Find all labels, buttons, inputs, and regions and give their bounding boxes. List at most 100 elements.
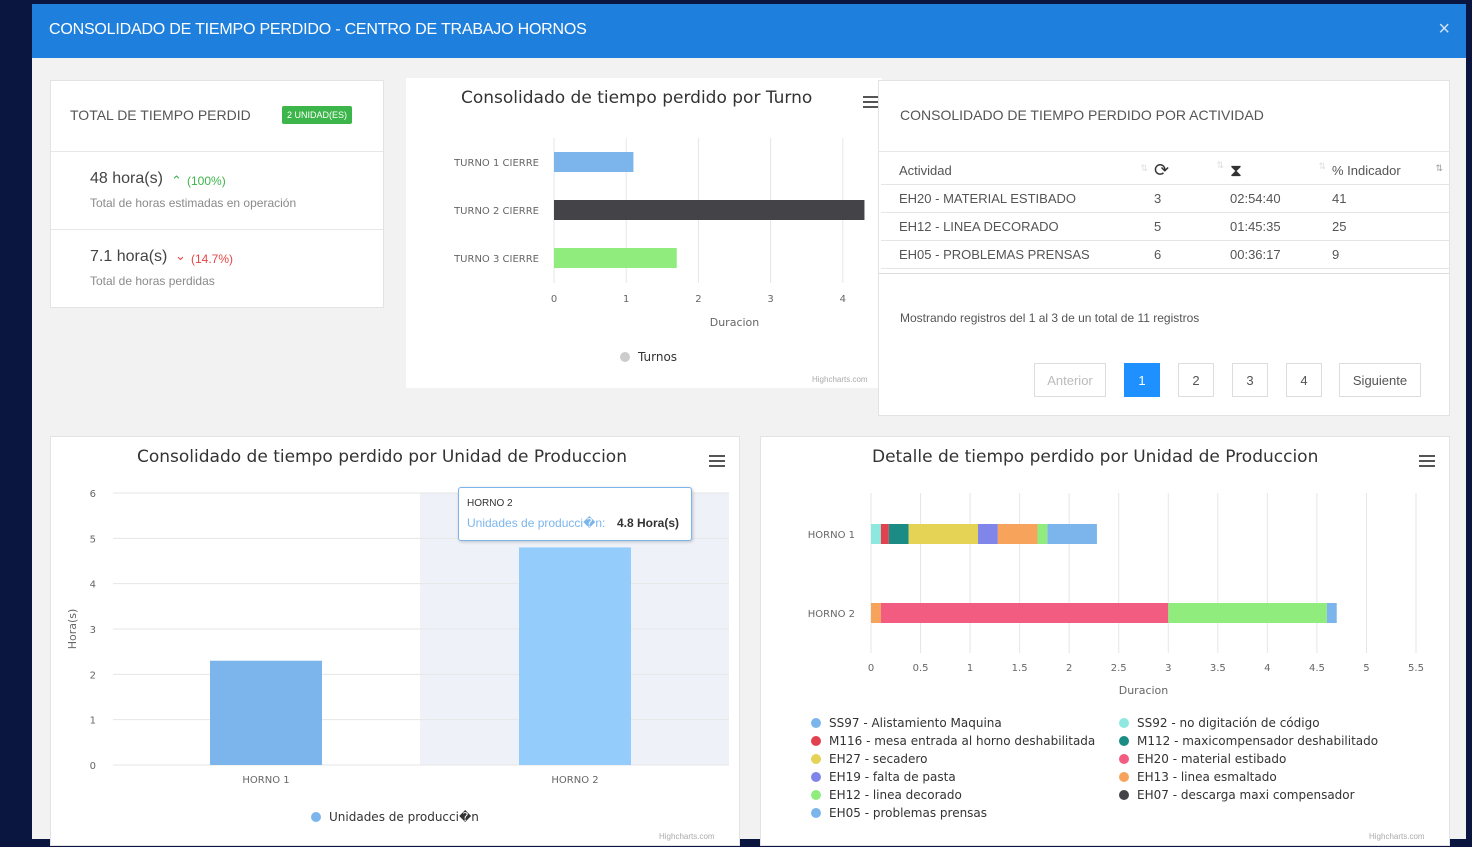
- x-tick-label: 5: [1363, 663, 1369, 674]
- cell-duration: 01:45:35: [1230, 212, 1332, 241]
- legend-item[interactable]: M116 - mesa entrada al horno deshabilita…: [811, 734, 1095, 748]
- pagination-page-3[interactable]: 3: [1232, 363, 1268, 397]
- stack-segment: [978, 524, 998, 544]
- legend-marker-icon: [811, 718, 821, 728]
- table-row[interactable]: EH12 - LINEA DECORADO 5 01:45:35 25: [881, 212, 1449, 241]
- col-actividad[interactable]: Actividad ⇅: [881, 157, 1154, 185]
- turno-chart: Consolidado de tiempo perdido por Turno …: [406, 78, 882, 388]
- y-category-label: HORNO 2: [808, 609, 855, 620]
- sort-icon: ⇅: [1435, 163, 1443, 173]
- legend-item[interactable]: EH20 - material estibado: [1119, 752, 1286, 766]
- column-bar: [519, 547, 631, 765]
- cell-actividad: EH12 - LINEA DECORADO: [881, 212, 1154, 241]
- col-count[interactable]: ⟳ ⇅: [1154, 157, 1230, 185]
- unidad-chart: Consolidado de tiempo perdido por Unidad…: [50, 436, 740, 846]
- modal-header: CONSOLIDADO DE TIEMPO PERDIDO - CENTRO D…: [32, 4, 1466, 58]
- legend-marker-icon: [620, 352, 630, 362]
- stack-segment: [871, 603, 881, 623]
- activity-table: Actividad ⇅ ⟳ ⇅ ⧗ ⇅ % Indicador ⇅ EH20 - MAT…: [881, 157, 1449, 269]
- stat-estimated-hours: 48 hora(s) ⌃ (100%) Total de horas estim…: [51, 151, 383, 230]
- cell-duration: 00:36:17: [1230, 240, 1332, 269]
- pagination-page-4[interactable]: 4: [1286, 363, 1322, 397]
- legend-item[interactable]: EH27 - secadero: [811, 752, 927, 766]
- legend-marker-icon: [1119, 790, 1129, 800]
- y-category-label: TURNO 1 CIERRE: [453, 158, 539, 169]
- summary-panel: TOTAL DE TIEMPO PERDID 2 UNIDAD(ES) 48 h…: [50, 80, 384, 308]
- trend-up-icon: ⌃: [171, 173, 182, 188]
- sort-icon: ⇅: [1140, 163, 1148, 173]
- stack-segment: [1047, 524, 1097, 544]
- x-tick-label: 2: [695, 294, 701, 305]
- x-tick-label: 2.5: [1111, 663, 1127, 674]
- stat-value: 7.1 hora(s): [90, 248, 168, 265]
- x-tick-label: 3.5: [1210, 663, 1226, 674]
- stat-lost-hours: 7.1 hora(s) ⌄ (14.7%) Total de horas per…: [51, 229, 383, 307]
- modal-dialog: CONSOLIDADO DE TIEMPO PERDIDO - CENTRO D…: [32, 4, 1466, 846]
- table-row[interactable]: EH20 - MATERIAL ESTIBADO 3 02:54:40 41: [881, 184, 1449, 213]
- pagination-page-2[interactable]: 2: [1178, 363, 1214, 397]
- x-axis-title: Duracion: [1119, 684, 1169, 697]
- pagination-next[interactable]: Siguiente: [1339, 363, 1421, 397]
- y-category-label: TURNO 2 CIERRE: [453, 206, 539, 217]
- cell-count: 6: [1154, 240, 1230, 269]
- legend-item-turnos[interactable]: Turnos: [620, 350, 677, 364]
- legend-item[interactable]: EH13 - linea esmaltado: [1119, 770, 1277, 784]
- stack-segment: [1168, 603, 1327, 623]
- col-duration[interactable]: ⧗ ⇅: [1230, 157, 1332, 185]
- bar: [554, 200, 865, 220]
- pagination-prev[interactable]: Anterior: [1034, 363, 1106, 397]
- cell-actividad: EH20 - MATERIAL ESTIBADO: [881, 184, 1154, 213]
- x-category-label: HORNO 1: [242, 775, 289, 786]
- pagination-page-1[interactable]: 1: [1124, 363, 1160, 397]
- tooltip-category: HORNO 2: [467, 498, 513, 509]
- legend-item-unidades[interactable]: Unidades de producci�n: [311, 810, 479, 824]
- legend-item[interactable]: EH07 - descarga maxi compensador: [1119, 788, 1355, 802]
- legend-item[interactable]: SS97 - Alistamiento Maquina: [811, 716, 1002, 730]
- stack-segment: [871, 524, 881, 544]
- y-tick-label: 0: [90, 761, 96, 772]
- stack-segment: [1037, 524, 1048, 544]
- stat-trend: (14.7%): [191, 252, 234, 266]
- x-tick-label: 0: [551, 294, 557, 305]
- bar: [554, 152, 634, 172]
- close-icon[interactable]: ×: [1438, 18, 1450, 41]
- credits-link[interactable]: Highcharts.com: [659, 832, 715, 841]
- credits-link[interactable]: Highcharts.com: [1369, 832, 1425, 841]
- table-row[interactable]: EH05 - PROBLEMAS PRENSAS 6 00:36:17 9: [881, 240, 1449, 269]
- legend-marker-icon: [811, 772, 821, 782]
- legend-item[interactable]: EH19 - falta de pasta: [811, 770, 956, 784]
- stack-segment: [997, 524, 1038, 544]
- hourglass-icon: ⧗: [1230, 160, 1242, 180]
- cell-indicador: 41: [1332, 184, 1449, 213]
- y-tick-label: 5: [90, 534, 96, 545]
- stat-value: 48 hora(s): [90, 170, 163, 187]
- stack-segment: [1326, 603, 1337, 623]
- units-badge: 2 UNIDAD(ES): [282, 106, 353, 124]
- x-tick-label: 4: [1264, 663, 1270, 674]
- cell-count: 3: [1154, 184, 1230, 213]
- legend-marker-icon: [311, 812, 321, 822]
- y-tick-label: 4: [90, 580, 96, 591]
- y-tick-label: 1: [90, 716, 96, 727]
- legend-marker-icon: [1119, 754, 1129, 764]
- x-tick-label: 2: [1066, 663, 1072, 674]
- legend-label: EH05 - problemas prensas: [829, 806, 988, 820]
- legend-item[interactable]: EH12 - linea decorado: [811, 788, 962, 802]
- credits-link[interactable]: Highcharts.com: [812, 375, 868, 384]
- stat-desc: Total de horas perdidas: [90, 274, 215, 288]
- legend-label: M116 - mesa entrada al horno deshabilita…: [829, 734, 1096, 748]
- chart-tooltip: HORNO 2 Unidades de producci�n: 4.8 Hora…: [458, 487, 692, 541]
- col-indicador[interactable]: % Indicador ⇅: [1332, 157, 1449, 185]
- x-tick-label: 1: [967, 663, 973, 674]
- cell-count: 5: [1154, 212, 1230, 241]
- legend-marker-icon: [1119, 736, 1129, 746]
- legend-item[interactable]: M112 - maxicompensador deshabilitado: [1119, 734, 1378, 748]
- legend-marker-icon: [811, 808, 821, 818]
- legend-marker-icon: [811, 790, 821, 800]
- y-tick-label: 2: [90, 670, 96, 681]
- x-tick-label: 0: [868, 663, 874, 674]
- legend-item[interactable]: EH05 - problemas prensas: [811, 806, 987, 820]
- stat-trend: (100%): [187, 174, 226, 188]
- legend-item[interactable]: SS92 - no digitación de código: [1119, 716, 1320, 730]
- legend-marker-icon: [1119, 772, 1129, 782]
